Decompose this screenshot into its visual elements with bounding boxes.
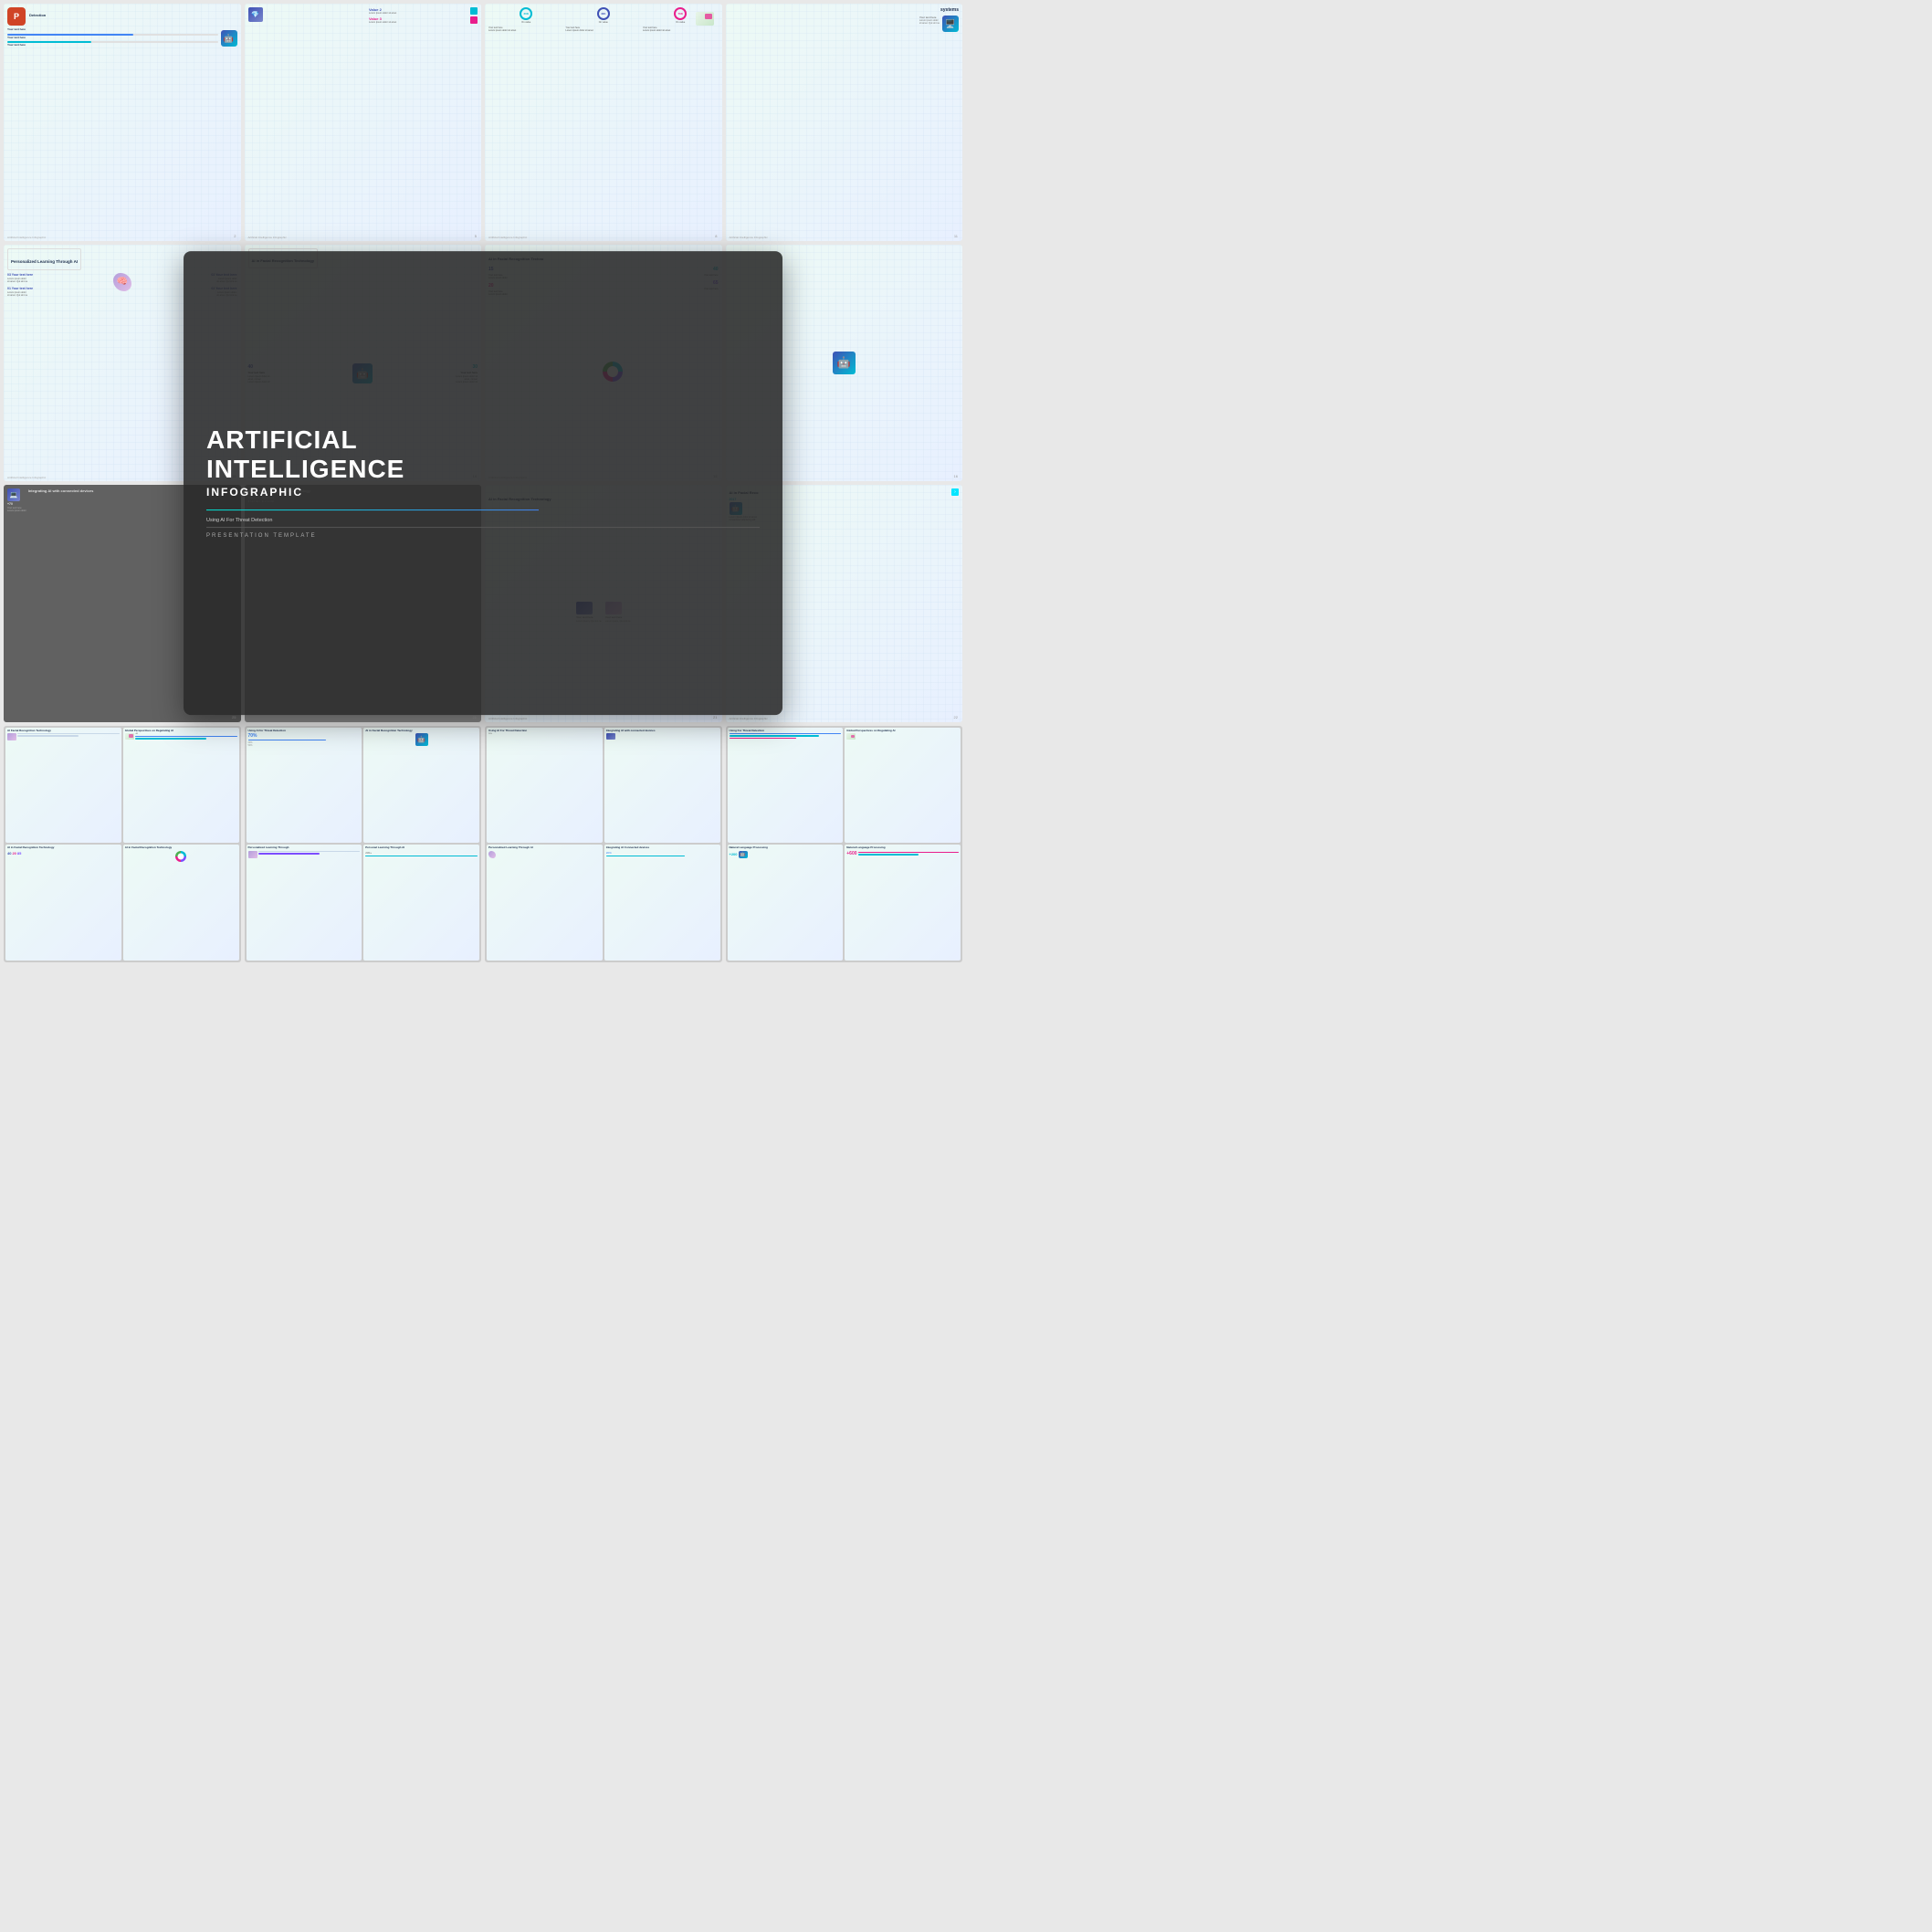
bottom-row-2: Using AI for Threat Detection 70% 20% 50… bbox=[245, 726, 482, 963]
mini-slide-3[interactable]: AI in Facial Recognition Technology 40 2… bbox=[5, 845, 121, 961]
mini-slide-4[interactable]: AI in Facial Recognition Technology bbox=[123, 845, 239, 961]
bottom-row-3: Using AI For Threat Detection 20% Integr… bbox=[485, 726, 722, 963]
slide-2[interactable]: 💎 Value 2 Lorem ipsum dolor sit amet Val… bbox=[245, 4, 482, 241]
slide-1[interactable]: P Detection Your text here Your text her… bbox=[4, 4, 241, 241]
mini-slide-8[interactable]: Personal Learning Through AI 230+ bbox=[363, 845, 479, 961]
mini-slide-12[interactable]: Integrating AI Connected devices 20% bbox=[604, 845, 720, 961]
bottom-row-4: Using For Threat Detection Global Perspe… bbox=[726, 726, 963, 963]
overlay-title-line2: INTELLIGENCE bbox=[206, 457, 760, 482]
mini-slide-13[interactable]: Using For Threat Detection bbox=[728, 728, 844, 844]
mini-slide-7[interactable]: Personalized Learning Through bbox=[247, 845, 362, 961]
slide-3[interactable]: 20K On value 40K On value 70K On value Y… bbox=[485, 4, 722, 241]
slide1-title: Detection bbox=[29, 14, 46, 18]
overlay-panel: ARTIFICIAL INTELLIGENCE INFOGRAPHIC Usin… bbox=[184, 251, 782, 715]
mini-slide-14[interactable]: Global Perspectives on Regulating AI bbox=[845, 728, 961, 844]
mini-slide-15[interactable]: Natural Language Processing +200 🤖 bbox=[728, 845, 844, 961]
overlay-label: PRESENTATION TEMPLATE bbox=[206, 527, 760, 539]
overlay-subtitle: INFOGRAPHIC bbox=[206, 486, 760, 499]
mini-slide-5[interactable]: Using AI for Threat Detection 70% 20% 50… bbox=[247, 728, 362, 844]
bottom-row-1: AI Facial Recognition Technology Global … bbox=[4, 726, 241, 963]
mini-slide-10[interactable]: Integrating AI with connected devices bbox=[604, 728, 720, 844]
overlay-caption: Using AI For Threat Detection bbox=[206, 518, 760, 523]
overlay-title-line1: ARTIFICIAL bbox=[206, 427, 760, 453]
mini-slide-6[interactable]: AI in Facial Recognition Technology 🤖 bbox=[363, 728, 479, 844]
mini-slide-2[interactable]: Global Perspectives on Regulating AI +85 bbox=[123, 728, 239, 844]
main-grid: P Detection Your text here Your text her… bbox=[0, 0, 966, 966]
slide-4[interactable]: systems Your text here Lorem ipsum dolor… bbox=[726, 4, 963, 241]
powerpoint-icon: P bbox=[7, 7, 26, 26]
mini-slide-1[interactable]: AI Facial Recognition Technology bbox=[5, 728, 121, 844]
mini-slide-9[interactable]: Using AI For Threat Detection 20% bbox=[487, 728, 603, 844]
mini-slide-16[interactable]: Natural Language Processing +600 bbox=[845, 845, 961, 961]
mini-slide-11[interactable]: Personalized Learning Through AI bbox=[487, 845, 603, 961]
